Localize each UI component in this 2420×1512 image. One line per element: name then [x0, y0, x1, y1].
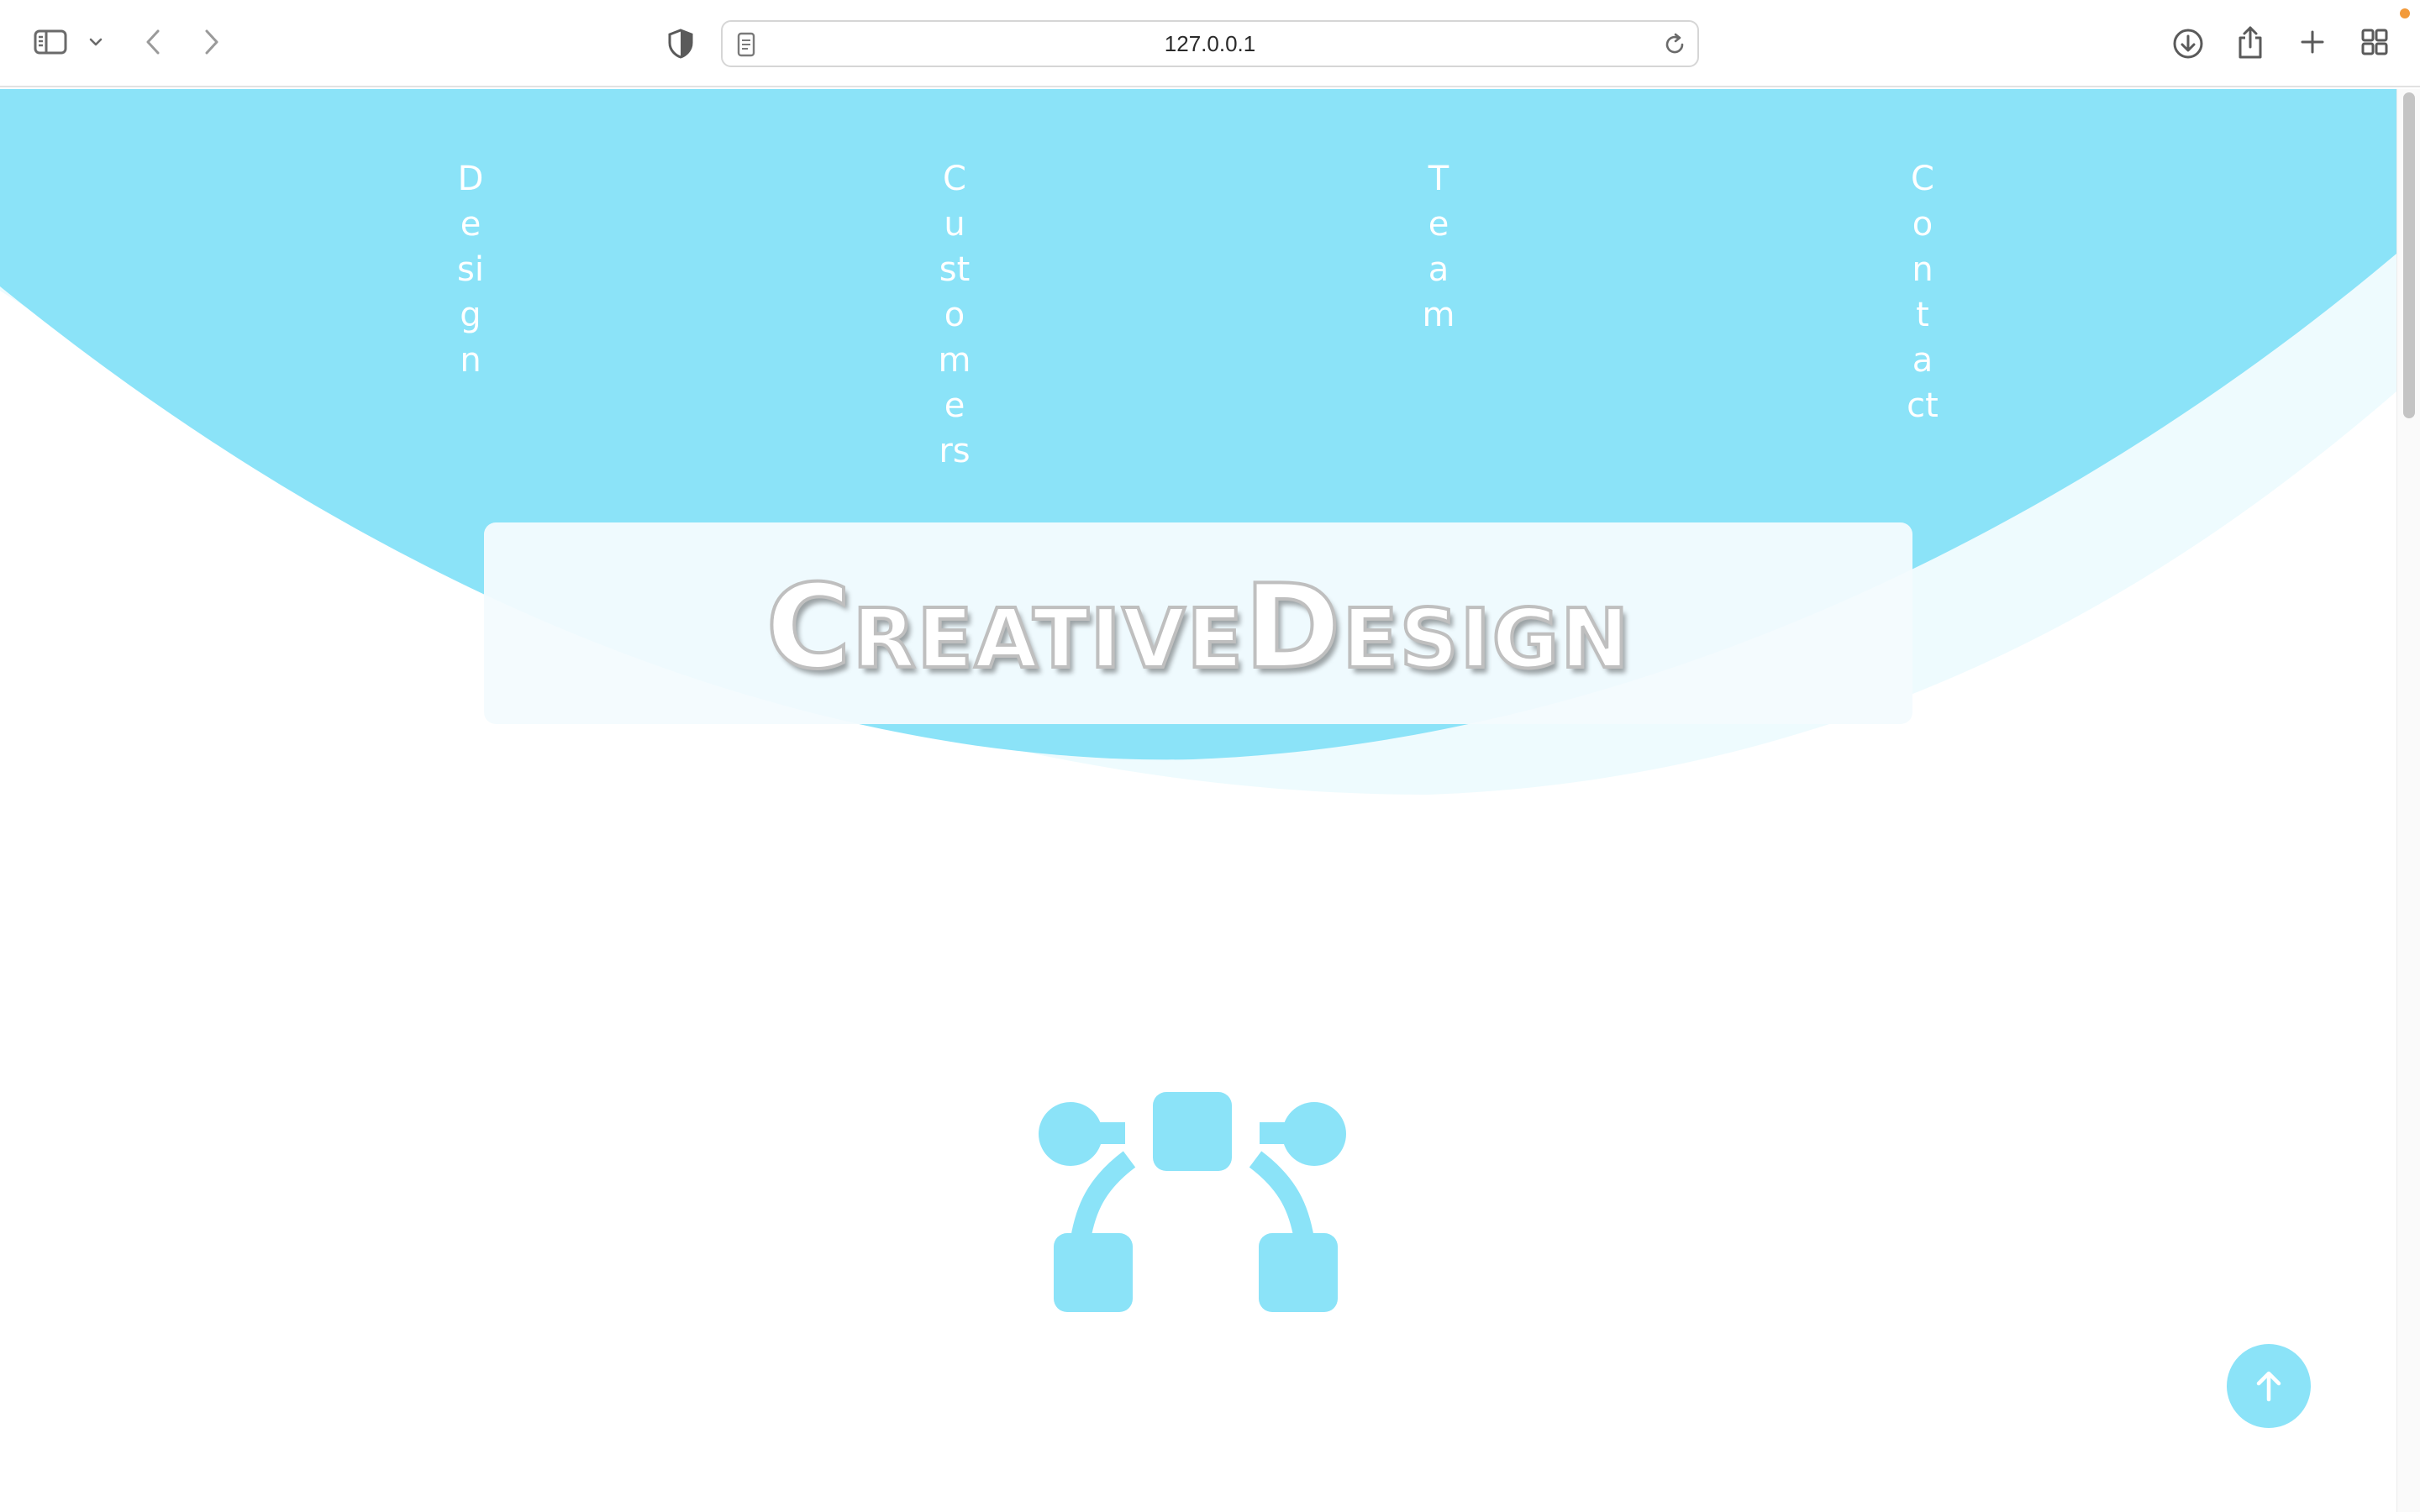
grid-icon [2361, 29, 2388, 55]
plus-icon [2301, 30, 2324, 54]
back-button[interactable] [138, 25, 168, 59]
share-icon [2238, 26, 2262, 59]
notification-dot [2400, 8, 2410, 18]
nav-item-team[interactable]: Team [1422, 156, 1455, 338]
page-scrollbar[interactable] [2396, 89, 2420, 1512]
hero-title: CreativeDesign [765, 558, 1631, 696]
shield-icon [668, 29, 693, 59]
chevron-down-icon [89, 38, 103, 46]
nav-item-design[interactable]: Design [454, 156, 487, 383]
browser-toolbar: 127.0.0.1 [0, 0, 2420, 87]
address-bar[interactable]: 127.0.0.1 [721, 20, 1699, 67]
page-viewport: Design Customers Team Contact CreativeDe… [0, 89, 2420, 1512]
url-text[interactable]: 127.0.0.1 [723, 22, 1697, 66]
share-button[interactable] [2233, 22, 2267, 62]
nav-item-customers[interactable]: Customers [938, 156, 971, 474]
reload-icon[interactable] [1662, 32, 1687, 57]
scrollbar-thumb[interactable] [2403, 92, 2415, 418]
chevron-left-icon [146, 29, 160, 55]
privacy-report-button[interactable] [664, 27, 697, 60]
tab-overview-button[interactable] [2358, 25, 2391, 59]
scroll-to-top-button[interactable] [2227, 1344, 2311, 1428]
nav-item-contact[interactable]: Contact [1906, 156, 1939, 428]
sidebar-icon [34, 29, 67, 55]
sidebar-menu-button[interactable] [86, 32, 106, 52]
downloads-button[interactable] [2170, 25, 2207, 62]
download-icon [2173, 29, 2203, 59]
chevron-right-icon [205, 29, 218, 55]
sidebar-toggle-button[interactable] [32, 27, 69, 57]
forward-button[interactable] [197, 25, 227, 59]
arrow-up-icon [2256, 1371, 2281, 1402]
new-tab-button[interactable] [2296, 25, 2329, 59]
vector-bezier-icon [1039, 1092, 1346, 1312]
